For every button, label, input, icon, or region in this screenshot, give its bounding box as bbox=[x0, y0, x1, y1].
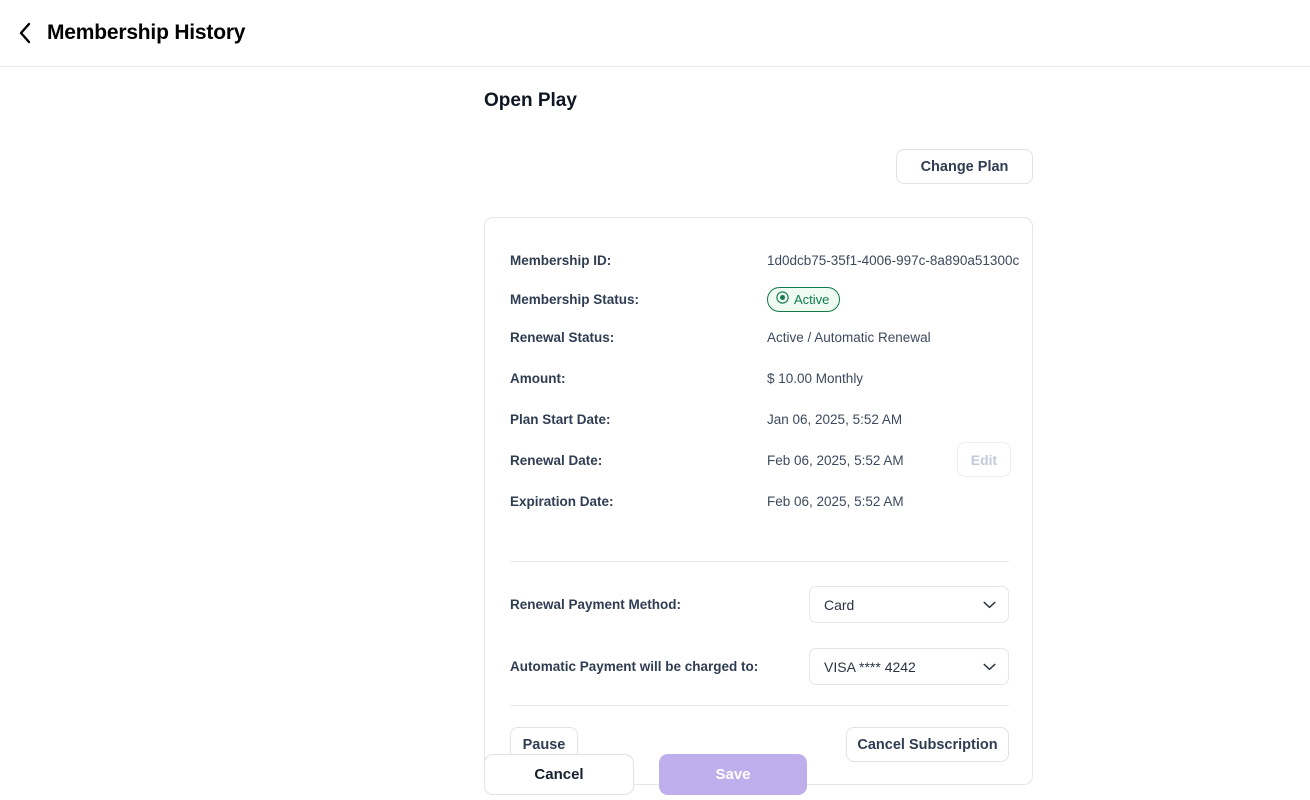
status-badge: Active bbox=[767, 286, 841, 312]
detail-value-amount: $ 10.00 Monthly bbox=[767, 370, 864, 386]
chevron-down-icon bbox=[983, 596, 996, 614]
footer-action-row: Cancel Save bbox=[484, 754, 807, 795]
renewal-payment-method-row: Renewal Payment Method: Card bbox=[510, 586, 1009, 623]
detail-value-plan-start-date: Jan 06, 2025, 5:52 AM bbox=[767, 411, 903, 427]
membership-details-card: Membership ID: 1d0dcb75-35f1-4006-997c-8… bbox=[484, 217, 1033, 785]
detail-label: Expiration Date: bbox=[510, 493, 614, 509]
detail-row-plan-start-date: Plan Start Date: Jan 06, 2025, 5:52 AM bbox=[510, 403, 1009, 435]
detail-label: Renewal Status: bbox=[510, 329, 615, 345]
detail-label: Amount: bbox=[510, 370, 566, 386]
detail-label: Membership ID: bbox=[510, 252, 612, 268]
app-header: Membership History bbox=[0, 0, 1310, 67]
detail-row-membership-status: Membership Status: Active bbox=[510, 283, 1009, 315]
membership-detail-list: Membership ID: 1d0dcb75-35f1-4006-997c-8… bbox=[510, 244, 1019, 517]
back-button[interactable] bbox=[8, 16, 42, 50]
detail-value-expiration-date: Feb 06, 2025, 5:52 AM bbox=[767, 493, 904, 509]
save-button[interactable]: Save bbox=[659, 754, 807, 795]
page-content: Open Play Change Plan Membership ID: 1d0… bbox=[0, 67, 1310, 800]
detail-value-renewal-status: Active / Automatic Renewal bbox=[767, 329, 931, 345]
detail-label: Renewal Date: bbox=[510, 452, 603, 468]
detail-row-expiration-date: Expiration Date: Feb 06, 2025, 5:52 AM bbox=[510, 485, 1009, 517]
automatic-payment-row: Automatic Payment will be charged to: VI… bbox=[510, 648, 1009, 685]
detail-row-membership-id: Membership ID: 1d0dcb75-35f1-4006-997c-8… bbox=[510, 244, 1019, 276]
change-plan-button[interactable]: Change Plan bbox=[896, 149, 1033, 184]
automatic-payment-card-value: VISA **** 4242 bbox=[824, 658, 916, 675]
cancel-subscription-button[interactable]: Cancel Subscription bbox=[846, 727, 1009, 762]
cancel-button[interactable]: Cancel bbox=[484, 754, 634, 795]
detail-value-membership-id: 1d0dcb75-35f1-4006-997c-8a890a51300c bbox=[767, 252, 1020, 268]
edit-renewal-date-button[interactable]: Edit bbox=[957, 442, 1011, 477]
renewal-payment-method-select[interactable]: Card bbox=[809, 586, 1009, 623]
detail-value-renewal-date: Feb 06, 2025, 5:52 AM bbox=[767, 452, 904, 468]
plan-name: Open Play bbox=[484, 90, 577, 111]
card-divider-top bbox=[510, 561, 1009, 562]
detail-row-renewal-status: Renewal Status: Active / Automatic Renew… bbox=[510, 321, 1009, 353]
detail-label: Membership Status: bbox=[510, 291, 640, 307]
renewal-payment-method-label: Renewal Payment Method: bbox=[510, 597, 682, 612]
detail-label: Plan Start Date: bbox=[510, 411, 611, 427]
radio-dot-icon bbox=[776, 291, 789, 307]
detail-row-renewal-date: Renewal Date: Feb 06, 2025, 5:52 AM Edit bbox=[510, 442, 1011, 477]
detail-row-amount: Amount: $ 10.00 Monthly bbox=[510, 362, 1009, 394]
page-title: Membership History bbox=[47, 21, 246, 44]
status-badge-label: Active bbox=[794, 291, 830, 307]
automatic-payment-label: Automatic Payment will be charged to: bbox=[510, 659, 759, 674]
automatic-payment-card-select[interactable]: VISA **** 4242 bbox=[809, 648, 1009, 685]
card-divider-bottom bbox=[510, 705, 1009, 706]
renewal-payment-method-value: Card bbox=[824, 596, 855, 613]
chevron-left-icon bbox=[18, 22, 32, 44]
chevron-down-icon bbox=[983, 658, 996, 676]
